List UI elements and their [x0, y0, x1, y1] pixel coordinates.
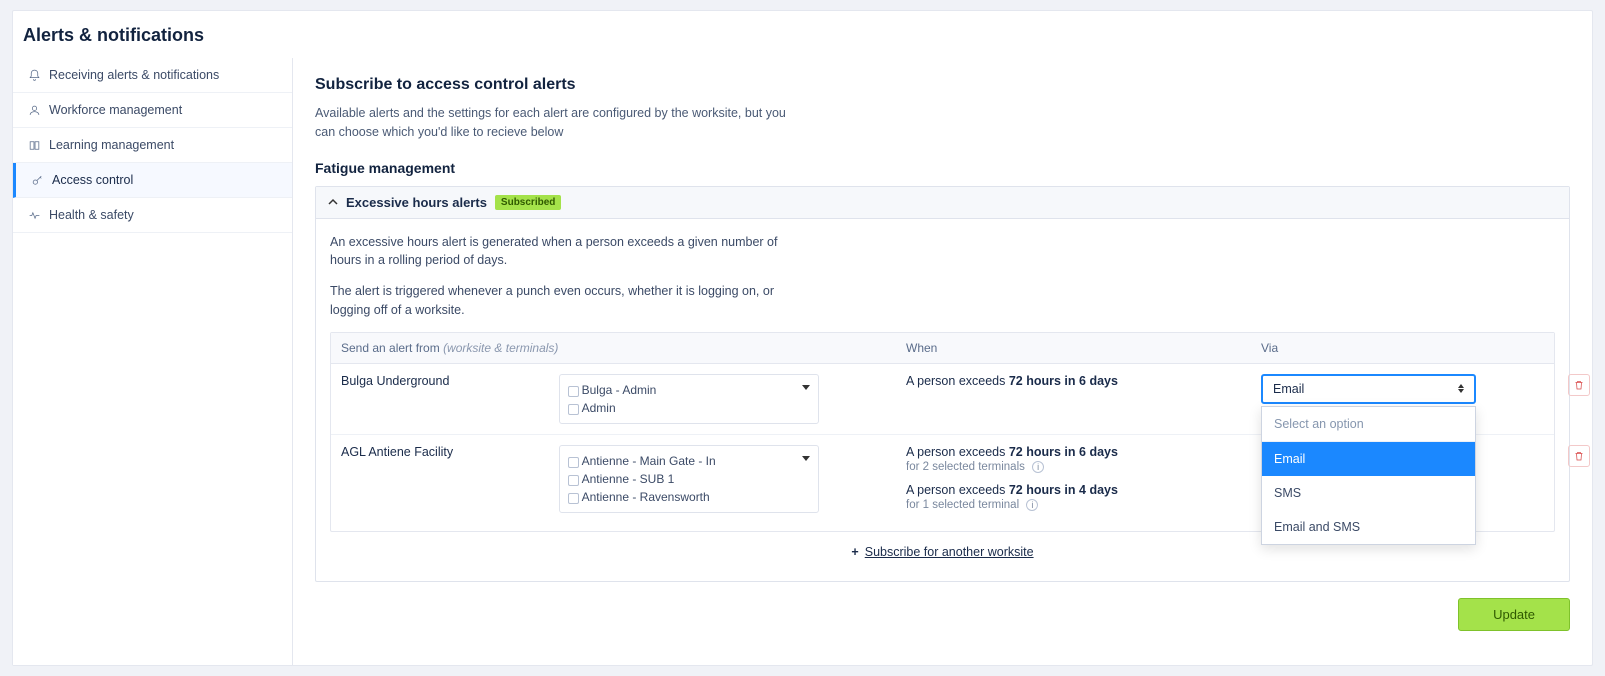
terminal-tag[interactable]: Antienne - SUB 1 [568, 470, 810, 488]
sidebar-item-receiving-alerts[interactable]: Receiving alerts & notifications [13, 58, 292, 93]
sidebar-item-workforce[interactable]: Workforce management [13, 93, 292, 128]
when-sub-note: for 2 selected terminals i [906, 461, 1261, 473]
subscribed-badge: Subscribed [495, 195, 561, 210]
sidebar-item-learning[interactable]: Learning management [13, 128, 292, 163]
chevron-up-icon [328, 197, 338, 207]
sidebar-item-label: Receiving alerts & notifications [49, 68, 219, 82]
person-icon [27, 103, 41, 117]
terminal-tag[interactable]: Antienne - Ravensworth [568, 488, 810, 506]
via-dropdown-menu: Select an option Email SMS Email and SMS [1261, 406, 1476, 545]
main-description: Available alerts and the settings for ea… [315, 104, 795, 142]
table-header: Send an alert from (worksite & terminals… [331, 333, 1554, 364]
dropdown-caret-icon [802, 385, 810, 390]
dropdown-placeholder: Select an option [1262, 407, 1475, 442]
header-from-suffix: (worksite & terminals) [443, 341, 558, 355]
terminals-multiselect[interactable]: Bulga - Admin Admin [559, 374, 819, 424]
header-via-label: Via [1261, 341, 1541, 355]
sidebar-item-health-safety[interactable]: Health & safety [13, 198, 292, 233]
table-row: Bulga Underground Bulga - Admin Admin A … [331, 364, 1554, 435]
delete-row-button[interactable] [1568, 374, 1590, 396]
dropdown-option-sms[interactable]: SMS [1262, 476, 1475, 510]
sidebar-item-label: Workforce management [49, 103, 182, 117]
when-condition: A person exceeds 72 hours in 6 days [906, 374, 1261, 388]
terminal-tag[interactable]: Antienne - Main Gate - In [568, 452, 810, 470]
update-button[interactable]: Update [1458, 598, 1570, 631]
sidebar-item-label: Access control [52, 173, 133, 187]
info-icon[interactable]: i [1026, 499, 1038, 511]
key-icon [30, 173, 44, 187]
heartbeat-icon [27, 208, 41, 222]
main-content: Subscribe to access control alerts Avail… [293, 58, 1592, 665]
main-heading: Subscribe to access control alerts [315, 76, 1570, 94]
via-select[interactable]: Email [1261, 374, 1476, 404]
when-condition: A person exceeds 72 hours in 6 days [906, 445, 1261, 459]
header-when-label: When [906, 341, 1261, 355]
when-condition: A person exceeds 72 hours in 4 days [906, 483, 1261, 497]
accordion-title: Excessive hours alerts [346, 195, 487, 210]
dropdown-caret-icon [802, 456, 810, 461]
worksite-name: AGL Antiene Facility [341, 445, 551, 459]
page-title: Alerts & notifications [13, 11, 1592, 58]
sidebar-item-label: Learning management [49, 138, 174, 152]
info-icon[interactable]: i [1032, 461, 1044, 473]
book-icon [27, 138, 41, 152]
delete-row-button[interactable] [1568, 445, 1590, 467]
accordion-excessive-hours: Excessive hours alerts Subscribed An exc… [315, 186, 1570, 582]
sidebar-nav: Receiving alerts & notifications Workfor… [13, 58, 293, 665]
dropdown-option-email[interactable]: Email [1262, 442, 1475, 476]
worksite-name: Bulga Underground [341, 374, 551, 388]
when-sub-note: for 1 selected terminal i [906, 499, 1261, 511]
bell-icon [27, 68, 41, 82]
terminal-tag[interactable]: Bulga - Admin [568, 381, 810, 399]
accordion-header[interactable]: Excessive hours alerts Subscribed [316, 187, 1569, 219]
sidebar-item-label: Health & safety [49, 208, 134, 222]
via-selected-value: Email [1273, 382, 1304, 396]
alerts-table: Send an alert from (worksite & terminals… [330, 332, 1555, 532]
sidebar-item-access-control[interactable]: Access control [13, 163, 292, 198]
terminal-tag[interactable]: Admin [568, 399, 810, 417]
header-from-label: Send an alert from [341, 341, 440, 355]
select-caret-icon [1458, 384, 1464, 393]
terminals-multiselect[interactable]: Antienne - Main Gate - In Antienne - SUB… [559, 445, 819, 513]
accordion-description-2: The alert is triggered whenever a punch … [330, 282, 810, 320]
section-title: Fatigue management [315, 160, 1570, 176]
dropdown-option-email-sms[interactable]: Email and SMS [1262, 510, 1475, 544]
accordion-description-1: An excessive hours alert is generated wh… [330, 233, 810, 271]
